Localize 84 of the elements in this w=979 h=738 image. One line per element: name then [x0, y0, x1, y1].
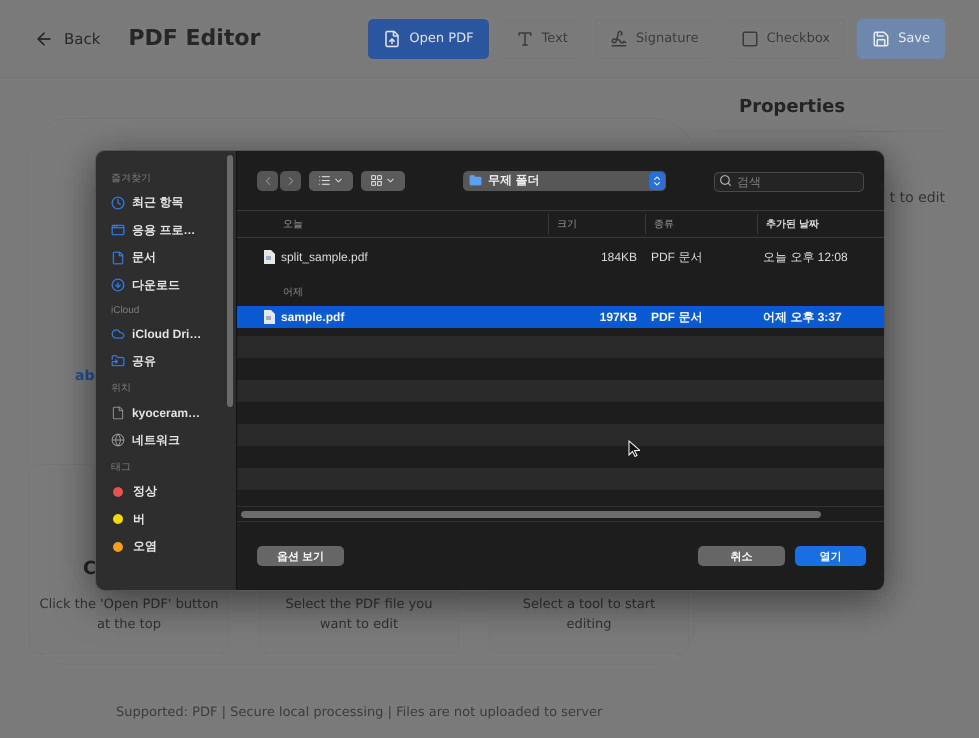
- file-icon: [111, 406, 125, 420]
- file-upload-icon: [383, 30, 402, 48]
- file-kind: PDF 문서: [650, 248, 704, 266]
- sidebar-label: 최근 항목: [132, 194, 184, 212]
- column-header[interactable]: 추가된 날짜: [757, 214, 884, 234]
- step-title: C: [83, 558, 96, 579]
- sidebar-label: 네트워크: [132, 432, 180, 449]
- file-name: sample.pdf: [281, 310, 344, 324]
- document-icon: [111, 250, 125, 265]
- sidebar-heading: iCloud: [111, 305, 140, 316]
- search-field[interactable]: 검색: [714, 172, 864, 192]
- sidebar-label: 버: [133, 510, 145, 528]
- folder-icon: [111, 354, 125, 368]
- sidebar-label: 다운로드: [132, 276, 180, 294]
- app-title: PDF Editor: [128, 26, 260, 51]
- sidebar-label: 응용 프로…: [132, 222, 196, 239]
- checkbox-icon: [740, 30, 759, 48]
- list-view-button[interactable]: [309, 170, 353, 190]
- sidebar-label: 문서: [132, 249, 156, 266]
- cancel-button[interactable]: 취소: [698, 546, 785, 566]
- open-pdf-button[interactable]: Open PDF: [368, 18, 489, 58]
- sidebar-item[interactable]: 버: [111, 506, 236, 533]
- text-icon: [516, 30, 534, 48]
- back-nav-button[interactable]: [257, 170, 278, 190]
- document-icon: [263, 250, 275, 264]
- mouse-cursor-icon: [628, 440, 640, 458]
- properties-title: Properties: [715, 96, 945, 132]
- sidebar-item[interactable]: 문서: [111, 244, 236, 272]
- sidebar-item[interactable]: 오염: [111, 533, 236, 560]
- save-icon: [872, 30, 890, 48]
- download-icon: [111, 278, 125, 292]
- clock-icon: [111, 196, 125, 210]
- cloud-icon: [111, 326, 125, 341]
- file-row[interactable]: split_sample.pdf 184KB PDF 문서 오늘 오후 12:08: [237, 246, 884, 268]
- options-button[interactable]: 옵션 보기: [257, 546, 344, 566]
- list-icon: [318, 174, 331, 187]
- group-label: 어제: [282, 286, 304, 300]
- sidebar-label: iCloud Dri…: [132, 326, 202, 341]
- updown-icon: [649, 172, 665, 190]
- properties-hint: t to edit: [890, 190, 945, 206]
- sidebar-item[interactable]: 정상: [111, 478, 236, 506]
- file-name: split_sample.pdf: [281, 250, 368, 264]
- step-text: Select the PDF file you want to edit: [284, 596, 434, 634]
- file-size: 184KB: [600, 250, 638, 264]
- sidebar-label: kyoceram…: [132, 406, 200, 420]
- step-text: Click the 'Open PDF' button at the top: [39, 596, 219, 634]
- grid-icon: [370, 174, 383, 187]
- back-button[interactable]: Back: [34, 28, 100, 48]
- column-header[interactable]: 종류: [645, 214, 757, 234]
- grid-view-button[interactable]: [361, 170, 405, 190]
- sidebar-heading: 태그: [111, 461, 132, 474]
- scrollbar-thumb[interactable]: [227, 155, 233, 407]
- sidebar-item[interactable]: 최근 항목: [111, 189, 236, 216]
- sidebar-item[interactable]: 응용 프로…: [111, 216, 236, 244]
- globe-icon: [111, 433, 125, 448]
- sidebar-label: 공유: [132, 352, 156, 370]
- sidebar-item[interactable]: 네트워크: [111, 426, 236, 454]
- open-button[interactable]: 열기: [795, 546, 866, 566]
- folder-popup[interactable]: 무제 폴더: [463, 170, 666, 190]
- sidebar-item[interactable]: kyoceram…: [111, 399, 236, 426]
- file-size: 197KB: [598, 310, 638, 324]
- sidebar-heading: 위치: [111, 382, 132, 395]
- column-header[interactable]: 오늘: [237, 214, 548, 234]
- text-fragment: ab: [75, 368, 96, 384]
- file-date: 오늘 오후 12:08: [762, 248, 849, 266]
- app-window-icon: [111, 223, 125, 238]
- scrollbar-thumb[interactable]: [241, 510, 821, 518]
- sidebar-label: 오염: [133, 538, 157, 556]
- forward-nav-button[interactable]: [280, 170, 301, 190]
- column-header[interactable]: 크기: [548, 214, 645, 234]
- sidebar-item[interactable]: 다운로드: [111, 272, 236, 299]
- sidebar-item[interactable]: iCloud Dri…: [111, 320, 236, 348]
- file-row[interactable]: sample.pdf 197KB PDF 문서 어제 오후 3:37: [237, 306, 884, 328]
- folder-icon: [469, 174, 482, 187]
- file-date: 어제 오후 3:37: [762, 308, 843, 326]
- signature-icon: [610, 30, 628, 48]
- sidebar-label: 정상: [133, 483, 157, 500]
- step-text: Select a tool to start editing: [522, 596, 656, 634]
- document-icon: [263, 310, 275, 324]
- file-kind: PDF 문서: [650, 308, 704, 326]
- search-icon: [719, 174, 732, 186]
- footer-note: Supported: PDF | Secure local processing | Files are not uploaded to server: [116, 705, 604, 720]
- sidebar-item[interactable]: 공유: [111, 348, 236, 375]
- sidebar-heading: 즐겨찾기: [111, 172, 152, 185]
